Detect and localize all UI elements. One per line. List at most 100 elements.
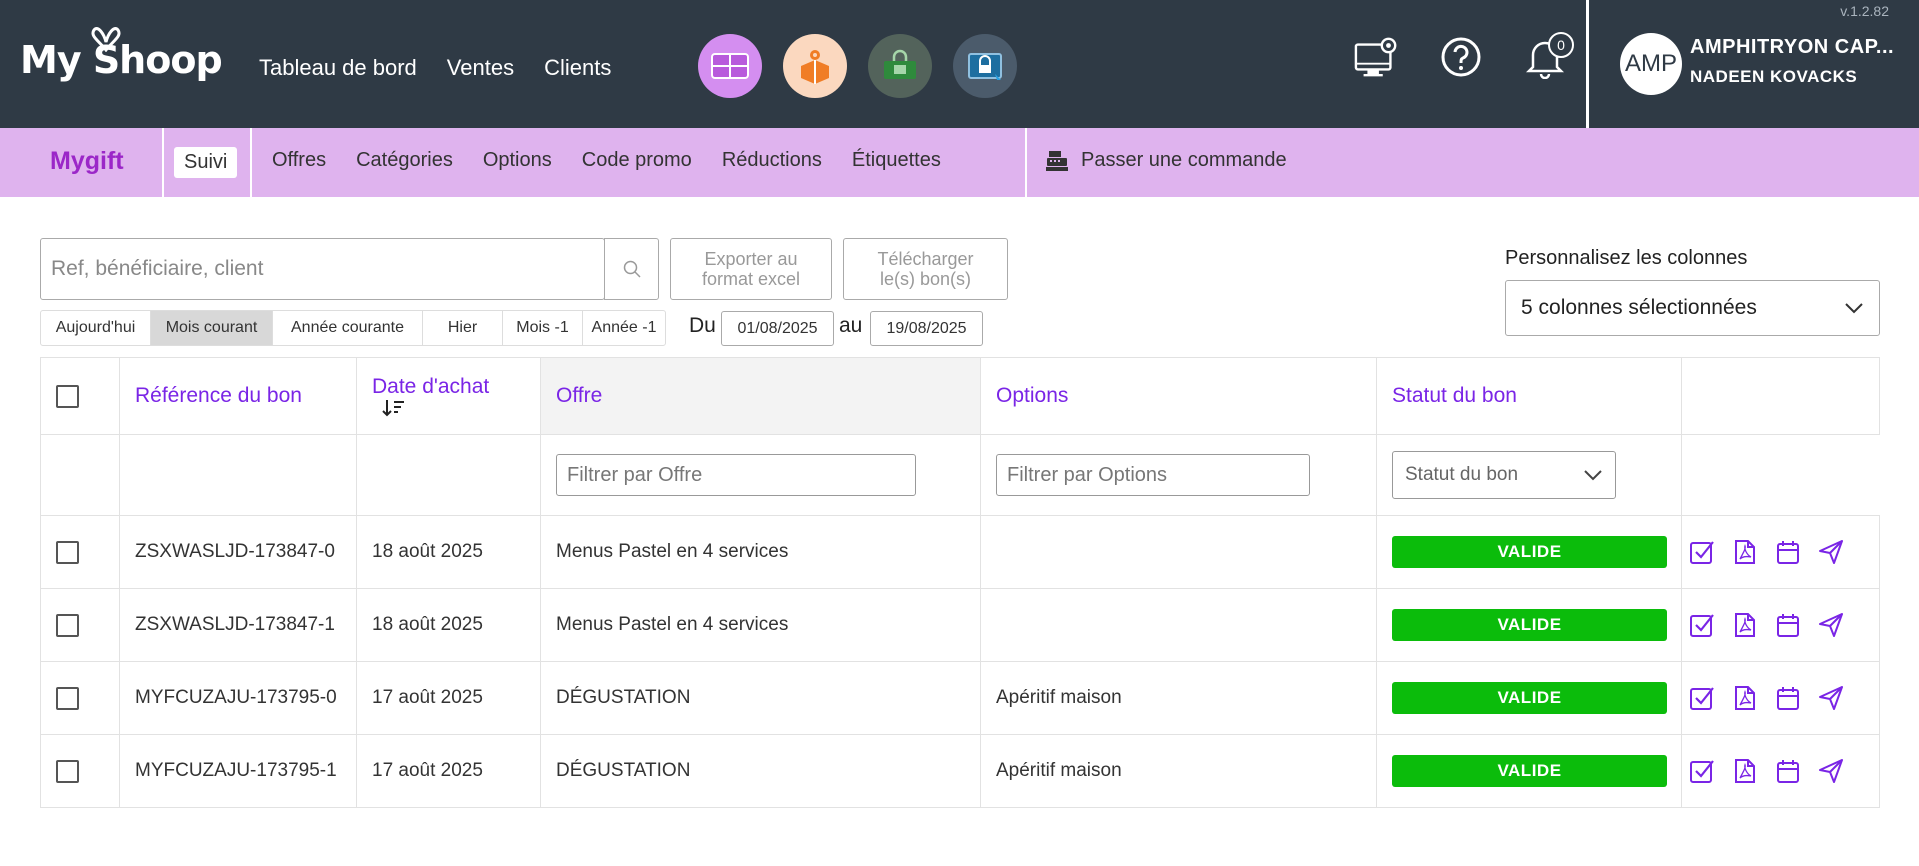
monitor-settings-icon[interactable]	[1354, 34, 1400, 80]
delivery-box-icon[interactable]	[783, 34, 847, 98]
place-order-label: Passer une commande	[1081, 149, 1287, 171]
row-select-cell	[40, 516, 120, 588]
col-actions	[1682, 358, 1880, 434]
top-navbar: v.1.2.82 My Shoop Tableau de bord Ventes…	[0, 0, 1919, 128]
avatar[interactable]: AMP	[1620, 33, 1682, 95]
sort-desc-icon	[382, 400, 404, 417]
export-excel-button[interactable]: Exporter au format excel	[670, 238, 832, 300]
tab-code-promo[interactable]: Code promo	[582, 149, 692, 172]
filter-cell	[120, 435, 357, 515]
date-to-field[interactable]: 19/08/2025	[870, 311, 983, 346]
row-checkbox[interactable]	[56, 686, 79, 710]
tab-categories[interactable]: Catégories	[356, 149, 453, 172]
nav-clients[interactable]: Clients	[544, 55, 611, 81]
ticket-lock-icon[interactable]	[868, 34, 932, 98]
send-icon[interactable]	[1818, 684, 1844, 712]
tab-offres[interactable]: Offres	[272, 149, 326, 172]
status-filter-select[interactable]: Statut du bon	[1392, 451, 1616, 499]
date-from-field[interactable]: 01/08/2025	[721, 311, 834, 346]
module-navbar: Mygift Suivi Offres Catégories Options C…	[0, 128, 1919, 197]
date-from-label: Du	[689, 314, 716, 337]
download-vouchers-button[interactable]: Télécharger le(s) bon(s)	[843, 238, 1008, 300]
user-info[interactable]: AMPHITRYON CAP... NADEEN KOVACKS	[1690, 36, 1894, 87]
calendar-icon[interactable]	[1775, 684, 1801, 712]
screen-lock-icon[interactable]	[953, 34, 1017, 98]
period-today[interactable]: Aujourd'hui	[41, 311, 151, 345]
offer-filter-input[interactable]: Filtrer par Offre	[556, 454, 916, 496]
col-status[interactable]: Statut du bon	[1377, 358, 1682, 434]
row-actions	[1682, 684, 1844, 712]
place-order-link[interactable]: Passer une commande	[1045, 149, 1287, 172]
module-title[interactable]: Mygift	[50, 147, 124, 176]
period-last-month[interactable]: Mois -1	[503, 311, 583, 345]
table-row[interactable]: ZSXWASLJD-173847-1 18 août 2025 Menus Past…	[40, 589, 1880, 662]
cash-register-icon	[1046, 150, 1068, 171]
main-nav: Tableau de bord Ventes Clients	[259, 55, 611, 81]
date-to-label: au	[839, 314, 863, 337]
row-checkbox[interactable]	[56, 540, 79, 564]
app-switcher	[698, 34, 1017, 98]
cell-offer: Menus Pastel en 4 services	[541, 589, 981, 661]
help-icon[interactable]	[1438, 34, 1484, 80]
cell-options	[981, 516, 1377, 588]
pdf-icon[interactable]	[1732, 684, 1758, 712]
send-icon[interactable]	[1818, 611, 1844, 639]
search-icon	[623, 260, 641, 278]
chevron-down-icon	[1845, 303, 1863, 314]
nav-sales[interactable]: Ventes	[447, 55, 514, 81]
gift-card-icon[interactable]	[698, 34, 762, 98]
period-yesterday[interactable]: Hier	[423, 311, 503, 345]
cell-reference: MYFCUZAJU-173795-0	[120, 662, 357, 734]
header-divider	[1586, 0, 1589, 128]
tab-options[interactable]: Options	[483, 149, 552, 172]
brand-logo[interactable]: My Shoop	[20, 38, 223, 82]
col-options[interactable]: Options	[981, 358, 1377, 434]
calendar-icon[interactable]	[1775, 538, 1801, 566]
bell-icon[interactable]: 0	[1522, 32, 1574, 80]
tab-reductions[interactable]: Réductions	[722, 149, 822, 172]
select-all-checkbox[interactable]	[56, 384, 79, 408]
period-last-year[interactable]: Année -1	[583, 311, 665, 345]
columns-value: 5 colonnes sélectionnées	[1521, 296, 1757, 319]
send-icon[interactable]	[1818, 538, 1844, 566]
col-reference[interactable]: Référence du bon	[120, 358, 357, 434]
calendar-icon[interactable]	[1775, 757, 1801, 785]
validate-icon[interactable]	[1689, 611, 1715, 639]
columns-select[interactable]: 5 colonnes sélectionnées	[1505, 280, 1880, 336]
cell-actions	[1682, 735, 1880, 807]
row-select-cell	[40, 735, 120, 807]
validate-icon[interactable]	[1689, 684, 1715, 712]
pdf-icon[interactable]	[1732, 757, 1758, 785]
row-actions	[1682, 611, 1844, 639]
col-date[interactable]: Date d'achat	[357, 358, 541, 434]
send-icon[interactable]	[1818, 757, 1844, 785]
tab-etiquettes[interactable]: Étiquettes	[852, 149, 941, 172]
cell-date: 17 août 2025	[357, 735, 541, 807]
search-button[interactable]	[604, 238, 659, 300]
calendar-icon[interactable]	[1775, 611, 1801, 639]
table-row[interactable]: MYFCUZAJU-173795-1 17 août 2025 DÉGUSTATIO…	[40, 735, 1880, 808]
module-tabs: Offres Catégories Options Code promo Réd…	[272, 149, 941, 172]
search-input[interactable]	[41, 239, 604, 299]
table-row[interactable]: ZSXWASLJD-173847-0 18 août 2025 Menus Past…	[40, 516, 1880, 589]
row-actions	[1682, 538, 1844, 566]
options-filter-input[interactable]: Filtrer par Options	[996, 454, 1310, 496]
period-current-year[interactable]: Année courante	[273, 311, 423, 345]
validate-icon[interactable]	[1689, 757, 1715, 785]
period-current-month[interactable]: Mois courant	[151, 311, 273, 345]
user-name: NADEEN KOVACKS	[1690, 67, 1858, 86]
row-checkbox[interactable]	[56, 613, 79, 637]
pdf-icon[interactable]	[1732, 538, 1758, 566]
search-field	[40, 238, 605, 300]
download-label-line1: Télécharger	[877, 249, 974, 269]
cell-options: Apéritif maison	[981, 662, 1377, 734]
nav-dashboard[interactable]: Tableau de bord	[259, 55, 417, 81]
pdf-icon[interactable]	[1732, 611, 1758, 639]
row-checkbox[interactable]	[56, 759, 79, 783]
col-offer[interactable]: Offre	[541, 358, 981, 434]
table-row[interactable]: MYFCUZAJU-173795-0 17 août 2025 DÉGUSTATIO…	[40, 662, 1880, 735]
tab-suivi[interactable]: Suivi	[174, 147, 238, 178]
cell-status: VALIDE	[1377, 516, 1682, 588]
validate-icon[interactable]	[1689, 538, 1715, 566]
cell-offer: Menus Pastel en 4 services	[541, 516, 981, 588]
